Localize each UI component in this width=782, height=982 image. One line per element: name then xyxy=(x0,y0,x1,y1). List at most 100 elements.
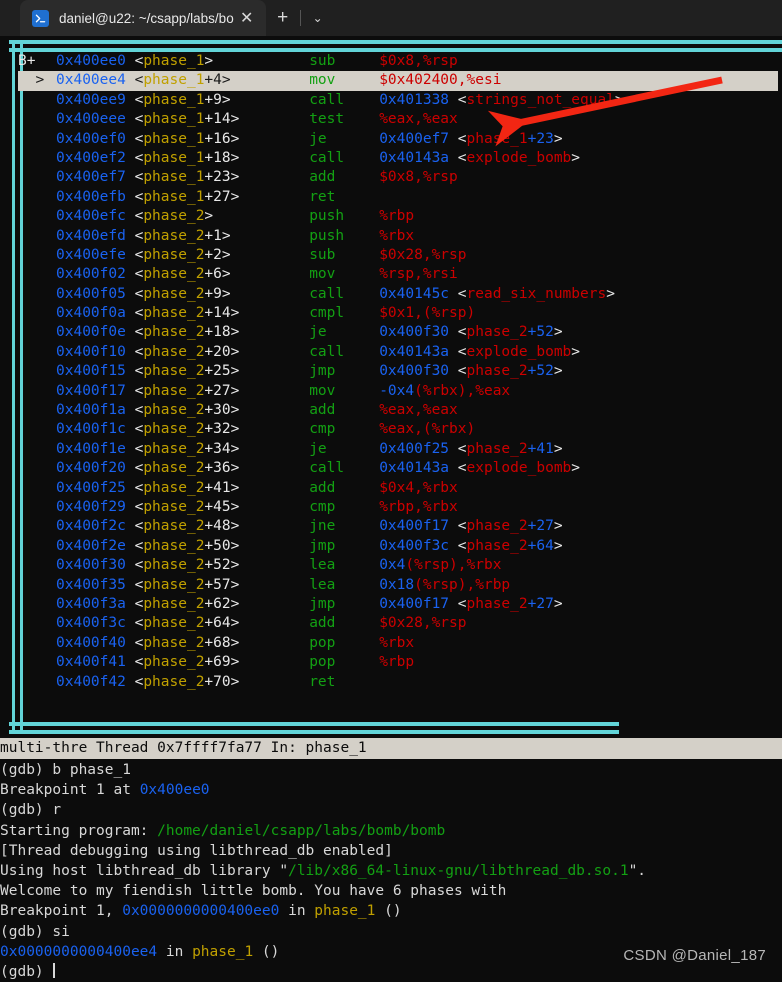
line-marker xyxy=(18,91,56,110)
symbol-open-bracket: < xyxy=(134,479,144,496)
console-line: Starting program: /home/daniel/csapp/lab… xyxy=(0,821,782,841)
instruction-mnemonic: cmpl xyxy=(309,305,345,322)
chevron-down-icon[interactable]: ⌄ xyxy=(301,0,335,36)
instruction-mnemonic: jmp xyxy=(309,595,336,612)
symbol-name: phase_2 xyxy=(143,576,205,593)
instruction-mnemonic: ret xyxy=(309,673,336,690)
instruction-operand: phase_2 xyxy=(466,440,528,457)
symbol-name: phase_2 xyxy=(143,460,205,477)
instruction-operand: 0x40145c xyxy=(379,285,450,302)
instruction-operand: explode_bomb xyxy=(466,460,572,477)
line-marker xyxy=(18,459,56,478)
disassembly-line: 0x400f2e <phase_2+50> jmp 0x400f3c <phase… xyxy=(18,537,778,556)
disassembly-line: 0x400ef0 <phase_1+16> je 0x400ef7 <phase_… xyxy=(18,130,778,149)
instruction-address: 0x400f17 xyxy=(56,382,135,399)
instruction-mnemonic: call xyxy=(309,285,345,302)
tab-title: daniel@u22: ~/csapp/labs/bo xyxy=(59,10,234,26)
terminal-body[interactable]: B+ 0x400ee0 <phase_1> sub $0x8,%rsp > 0x4… xyxy=(0,36,782,982)
instruction-operand: 0x401338 xyxy=(379,91,450,108)
symbol-close-bracket: > xyxy=(230,324,310,341)
instruction-operand: > xyxy=(553,595,563,612)
symbol-open-bracket: < xyxy=(134,285,144,302)
symbol-name: phase_2 xyxy=(143,285,205,302)
disassembly-line: 0x400f17 <phase_2+27> mov -0x4(%rbx),%eax xyxy=(18,382,778,401)
console-text: (gdb) si xyxy=(0,923,70,940)
instruction-mnemonic: cmp xyxy=(309,498,336,515)
instruction-operand: phase_2 xyxy=(466,324,528,341)
line-marker xyxy=(18,517,56,536)
line-marker xyxy=(18,323,56,342)
console-text: Breakpoint 1 at xyxy=(0,782,140,799)
console-text: () xyxy=(375,903,402,920)
disassembly-line: 0x400ef7 <phase_1+23> add $0x8,%rsp xyxy=(18,168,778,187)
instruction-operand: +64 xyxy=(527,537,554,554)
instruction-operand: phase_2 xyxy=(466,595,528,612)
instruction-address: 0x400efd xyxy=(56,227,135,244)
symbol-offset: +52 xyxy=(204,557,231,574)
close-icon[interactable]: ✕ xyxy=(234,5,260,31)
symbol-offset: +9 xyxy=(204,91,222,108)
instruction-mnemonic: mov xyxy=(309,266,336,283)
instruction-operand: > xyxy=(571,149,581,166)
new-tab-button[interactable]: + xyxy=(266,0,300,36)
symbol-close-bracket: > xyxy=(230,479,310,496)
symbol-name: phase_1 xyxy=(143,72,205,89)
symbol-close-bracket: > xyxy=(204,208,310,225)
line-marker xyxy=(18,537,56,556)
symbol-name: phase_2 xyxy=(143,363,205,380)
instruction-operand: 0x400f3c xyxy=(379,537,450,554)
symbol-open-bracket: < xyxy=(134,227,144,244)
instruction-mnemonic: call xyxy=(309,460,345,477)
instruction-mnemonic: pop xyxy=(309,634,336,651)
disassembly-line: 0x400f3c <phase_2+64> add $0x28,%rsp xyxy=(18,614,778,633)
symbol-name: phase_2 xyxy=(143,402,205,419)
instruction-operand: %rbp xyxy=(379,654,415,671)
console-text: phase_1 xyxy=(314,903,376,920)
terminal-icon xyxy=(32,9,49,27)
symbol-offset: +18 xyxy=(204,324,231,341)
line-marker xyxy=(18,130,56,149)
disassembly-line: 0x400f25 <phase_2+41> add $0x4,%rbx xyxy=(18,479,778,498)
instruction-mnemonic: mov xyxy=(309,382,336,399)
instruction-mnemonic: jmp xyxy=(309,363,336,380)
symbol-close-bracket: > xyxy=(221,246,310,263)
instruction-address: 0x400f20 xyxy=(56,460,135,477)
tui-border-top-outer xyxy=(9,40,782,44)
instruction-operand: $0x8,%rsp xyxy=(379,169,458,186)
instruction-address: 0x400f35 xyxy=(56,576,135,593)
symbol-open-bracket: < xyxy=(134,595,144,612)
symbol-name: phase_1 xyxy=(143,169,205,186)
gdb-prompt-line[interactable]: (gdb) xyxy=(0,962,782,982)
instruction-operand: (%rsp),%rbx xyxy=(405,557,502,574)
symbol-name: phase_2 xyxy=(143,343,205,360)
line-marker xyxy=(18,362,56,381)
instruction-operand: 0x4 xyxy=(379,557,406,574)
symbol-open-bracket: < xyxy=(134,72,144,89)
instruction-mnemonic: lea xyxy=(309,576,336,593)
symbol-close-bracket: > xyxy=(230,382,310,399)
line-marker xyxy=(18,188,56,207)
line-marker xyxy=(18,673,56,692)
instruction-operand: > xyxy=(553,130,563,147)
instruction-address: 0x400ee0 xyxy=(56,53,135,69)
instruction-address: 0x400f05 xyxy=(56,285,135,302)
console-text: Welcome to my fiendish little bomb. You … xyxy=(0,883,507,900)
instruction-mnemonic: pop xyxy=(309,654,336,671)
symbol-name: phase_2 xyxy=(143,595,205,612)
console-text: Breakpoint 1, xyxy=(0,903,123,920)
console-text: [Thread debugging using libthread_db ena… xyxy=(0,842,393,859)
instruction-mnemonic: add xyxy=(309,479,336,496)
symbol-close-bracket: > xyxy=(230,363,310,380)
symbol-open-bracket: < xyxy=(134,305,144,322)
instruction-operand: %rbp xyxy=(379,208,415,225)
symbol-close-bracket: > xyxy=(230,169,310,186)
disassembly-listing: B+ 0x400ee0 <phase_1> sub $0x8,%rsp > 0x4… xyxy=(18,52,778,722)
instruction-mnemonic: add xyxy=(309,169,336,186)
symbol-name: phase_2 xyxy=(143,518,205,535)
instruction-operand: %eax,(%rbx) xyxy=(379,421,476,438)
terminal-tab[interactable]: daniel@u22: ~/csapp/labs/bo ✕ xyxy=(20,0,266,36)
symbol-offset: +4 xyxy=(204,72,222,89)
symbol-name: phase_1 xyxy=(143,188,205,205)
symbol-name: phase_2 xyxy=(143,421,205,438)
instruction-operand: > xyxy=(553,518,563,535)
